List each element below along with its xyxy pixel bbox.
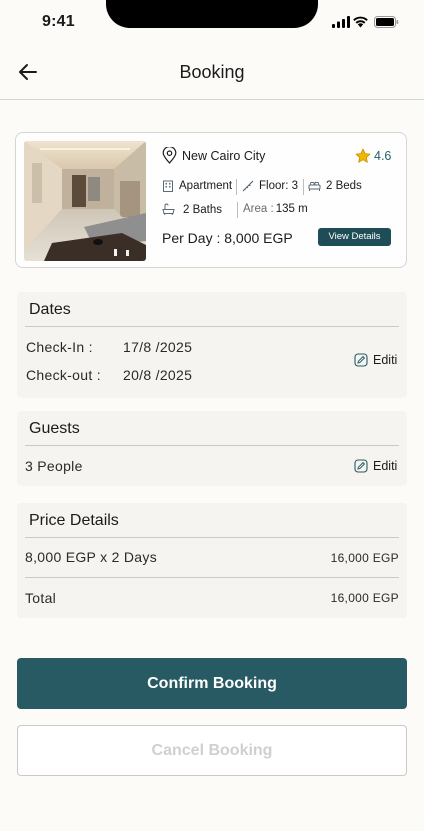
- dates-title: Dates: [29, 301, 71, 318]
- divider: [236, 179, 237, 195]
- star-icon: [355, 148, 371, 163]
- bed-icon: [308, 182, 321, 191]
- feature-baths: 2 Baths: [162, 203, 222, 216]
- edit-guests-label: Editi: [373, 459, 398, 473]
- feature-floor-text: Floor: 3: [259, 180, 298, 192]
- dates-section: Dates Check-In : 17/8 /2025 Check-out : …: [17, 292, 407, 398]
- price-section: Price Details 8,000 EGP x 2 Days 16,000 …: [17, 503, 407, 618]
- cancel-booking-button[interactable]: Cancel Booking: [17, 725, 407, 776]
- feature-type-text: Apartment: [179, 180, 233, 192]
- rating-value: 4.6: [374, 149, 392, 163]
- edit-dates-button[interactable]: Editi: [354, 353, 397, 367]
- status-bar: 9:41: [0, 0, 424, 46]
- feature-type: Apartment: [162, 180, 232, 192]
- price-line-value: 16,000 EGP: [330, 551, 399, 565]
- location: New Cairo City: [162, 147, 265, 164]
- edit-guests-button[interactable]: Editi: [354, 459, 397, 473]
- checkout-value: 20/8 /2025: [123, 367, 193, 383]
- feature-floor: Floor: 3: [242, 180, 298, 192]
- building-icon: [163, 180, 173, 192]
- app-header: Booking: [0, 46, 424, 100]
- feature-beds-text: 2 Beds: [326, 180, 362, 192]
- confirm-booking-button[interactable]: Confirm Booking: [17, 658, 407, 709]
- price-per-day: Per Day : 8,000 EGP: [162, 230, 293, 246]
- price-title: Price Details: [29, 512, 119, 529]
- checkin-label: Check-In :: [26, 339, 93, 355]
- total-value: 16,000 EGP: [330, 591, 399, 605]
- page-title: Booking: [179, 62, 245, 82]
- stairs-icon: [242, 180, 254, 192]
- checkin-value: 17/8 /2025: [123, 339, 193, 355]
- feature-area: Area : 135 m: [243, 203, 308, 215]
- signal-icon: [332, 16, 350, 28]
- bathtub-icon: [162, 203, 175, 216]
- guests-title: Guests: [29, 420, 80, 437]
- battery-icon: [374, 16, 399, 28]
- guests-section: Guests 3 People Editi: [17, 411, 407, 486]
- divider: [25, 445, 399, 446]
- rating: 4.6: [355, 148, 391, 164]
- divider: [25, 326, 399, 327]
- divider: [25, 577, 399, 578]
- location-pin-icon: [162, 147, 177, 164]
- feature-beds: 2 Beds: [308, 180, 362, 192]
- status-time: 9:41: [42, 13, 75, 30]
- feature-area-value: 135 m: [275, 203, 308, 215]
- device-notch: [106, 0, 318, 28]
- edit-icon: [354, 353, 368, 367]
- price-line-label: 8,000 EGP x 2 Days: [25, 549, 157, 565]
- property-card[interactable]: New Cairo City 4.6 Apartment Floor: 3 2 …: [15, 132, 407, 268]
- property-photo: [24, 141, 146, 261]
- wifi-icon: [353, 16, 368, 28]
- location-text: New Cairo City: [182, 148, 266, 163]
- total-label: Total: [25, 590, 57, 606]
- divider: [237, 202, 238, 218]
- divider: [25, 537, 399, 538]
- edit-icon: [354, 459, 368, 473]
- edit-dates-label: Editi: [373, 353, 398, 367]
- feature-area-label: Area :: [243, 203, 274, 215]
- feature-baths-text: 2 Baths: [183, 203, 222, 216]
- divider: [303, 179, 304, 195]
- view-details-button[interactable]: View Details: [318, 228, 391, 246]
- guests-value: 3 People: [25, 458, 83, 474]
- checkout-label: Check-out :: [26, 367, 101, 383]
